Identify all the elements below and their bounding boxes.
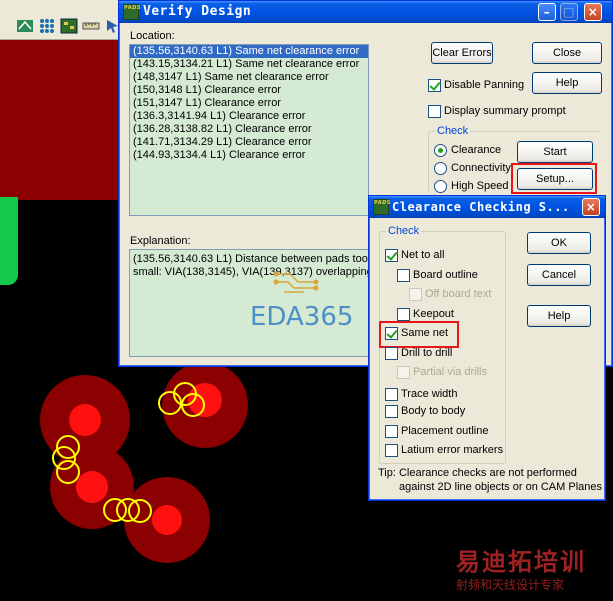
close-icon[interactable]: × [582,198,600,216]
high-speed-radio[interactable] [434,180,447,193]
disable-panning-label[interactable]: Disable Panning [444,79,524,91]
trace-width-label[interactable]: Trace width [401,388,457,400]
partial-via-drills-checkbox [397,366,410,379]
eda365-watermark: EDA365 [250,302,354,332]
location-item[interactable]: (136.28,3138.82 L1) Clearance error [130,123,368,136]
clearance-check-title: Check [386,225,422,237]
location-item[interactable]: (151,3147 L1) Clearance error [130,97,368,110]
help-button[interactable]: Help [527,305,591,327]
location-item[interactable]: (150,3148 L1) Clearance error [130,84,368,97]
explanation-line: (135.56,3140.63 L1) Distance between pad… [133,253,368,265]
high-speed-label[interactable]: High Speed [451,180,509,192]
drill-to-drill-label[interactable]: Drill to drill [401,347,452,359]
pads-logo-icon: PADS [123,4,140,20]
partial-via-drills-label: Partial via drills [413,366,487,378]
board-icon[interactable] [60,17,78,35]
board-outline-checkbox[interactable] [397,269,410,282]
close-button[interactable]: Close [532,42,602,64]
minimize-icon[interactable]: – [538,3,556,21]
close-icon[interactable]: × [584,3,602,21]
verify-title: Verify Design [143,4,252,19]
maximize-icon: □ [560,3,578,21]
pad-inner [152,505,182,535]
trace-width-checkbox[interactable] [385,388,398,401]
location-item[interactable]: (144.93,3134.4 L1) Clearance error [130,149,368,162]
explanation-box[interactable]: (135.56,3140.63 L1) Distance between pad… [129,249,369,357]
clear-errors-button[interactable]: Clear Errors [431,42,493,64]
placement-outline-label[interactable]: Placement outline [401,425,488,437]
clearance-setup-dialog: PADS Clearance Checking S... × Check Net… [368,195,606,501]
start-button[interactable]: Start [517,141,593,163]
cancel-button[interactable]: Cancel [527,264,591,286]
display-summary-checkbox[interactable] [428,105,441,118]
help-button[interactable]: Help [532,72,602,94]
board-outline-label[interactable]: Board outline [413,269,478,281]
location-item[interactable]: (135.56,3140.63 L1) Same net clearance e… [130,45,368,58]
verify-titlebar[interactable]: PADS Verify Design – □ × [119,1,612,23]
disable-panning-checkbox[interactable] [428,79,441,92]
clearance-radio[interactable] [434,144,447,157]
grid-dots-icon[interactable] [38,17,56,35]
latium-error-markers-checkbox[interactable] [385,444,398,457]
pad-inner [76,471,108,503]
explanation-label: Explanation: [130,235,191,247]
location-label: Location: [130,30,175,42]
display-summary-label[interactable]: Display summary prompt [444,105,566,117]
location-item[interactable]: (136.3,3141.94 L1) Clearance error [130,110,368,123]
route-icon[interactable] [16,17,34,35]
watermark-line1: 易迪拓培训 [456,548,586,576]
pad-inner [69,404,101,436]
off-board-text-label: Off board text [425,288,492,300]
measure-icon[interactable] [82,17,100,35]
net-to-all-checkbox[interactable] [385,249,398,262]
keepout-checkbox[interactable] [397,308,410,321]
latium-error-markers-label[interactable]: Latium error markers [401,444,503,456]
watermark-line2: 射频和天线设计专家 [456,578,565,592]
placement-outline-checkbox[interactable] [385,425,398,438]
location-item[interactable]: (141.71,3134.29 L1) Clearance error [130,136,368,149]
same-net-highlight [379,321,459,348]
off-board-text-checkbox [409,288,422,301]
location-item[interactable]: (148,3147 L1) Same net clearance error [130,71,368,84]
clearance-label[interactable]: Clearance [451,144,501,156]
clearance-titlebar[interactable]: PADS Clearance Checking S... × [369,196,605,218]
body-to-body-label[interactable]: Body to body [401,405,465,417]
tip-line2: against 2D line objects or on CAM Planes [399,481,602,493]
check-group-title: Check [435,125,471,137]
clearance-title: Clearance Checking S... [392,200,570,214]
ok-button[interactable]: OK [527,232,591,254]
location-list[interactable]: (135.56,3140.63 L1) Same net clearance e… [129,44,369,216]
connectivity-label[interactable]: Connectivity [451,162,511,174]
location-item[interactable]: (143.15,3134.21 L1) Same net clearance e… [130,58,368,71]
setup-highlight [511,163,597,194]
keepout-label[interactable]: Keepout [413,308,454,320]
pads-logo-icon: PADS [373,199,390,215]
body-to-body-checkbox[interactable] [385,405,398,418]
watermark-cn: 易迪拓培训 射频和天线设计专家 [456,548,613,601]
tip-line1: Tip: Clearance checks are not performed [378,467,577,479]
net-to-all-label[interactable]: Net to all [401,249,444,261]
connectivity-radio[interactable] [434,162,447,175]
drill-to-drill-checkbox[interactable] [385,347,398,360]
eda365-logo-icon [273,271,319,293]
